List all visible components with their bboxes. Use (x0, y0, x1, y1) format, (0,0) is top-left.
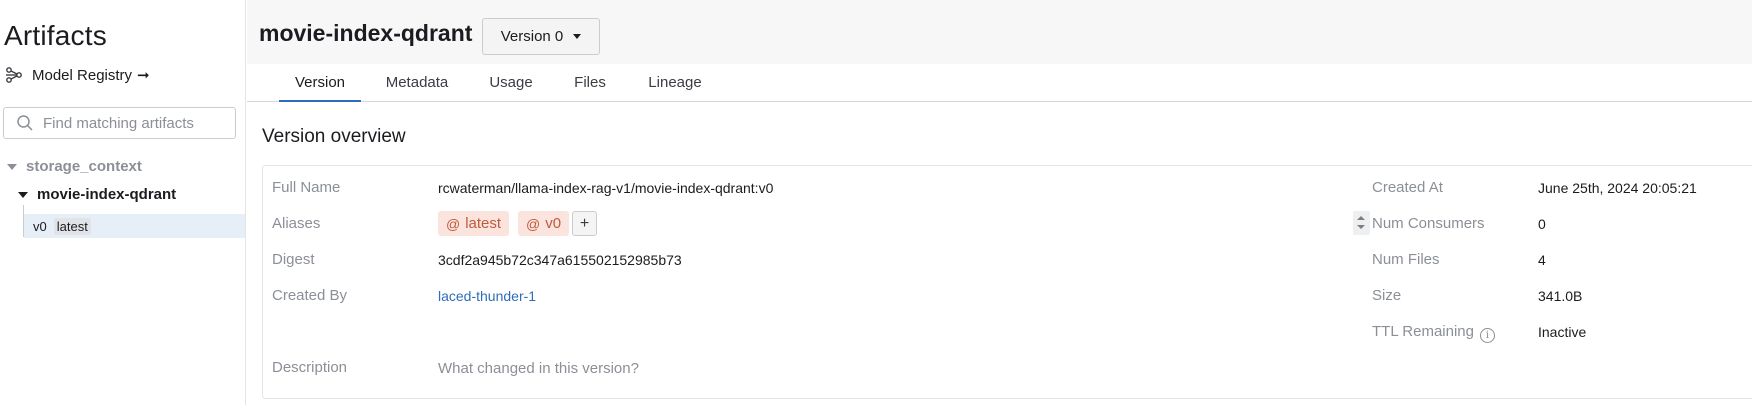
info-icon[interactable]: i (1479, 328, 1495, 343)
tab-files[interactable]: Files (565, 64, 615, 102)
alias-latest[interactable]: @ latest (438, 211, 510, 236)
version-overview-heading: Version overview (262, 126, 406, 147)
tree-item-movie-index-qdrant[interactable]: movie-index-qdrant (18, 186, 176, 203)
created-by-link[interactable]: laced-thunder-1 (438, 288, 536, 304)
tab-metadata[interactable]: Metadata (377, 64, 457, 102)
alias-v0[interactable]: @ v0 (518, 211, 570, 236)
ttl-remaining-row: TTL Remaining i (1372, 323, 1495, 343)
at-icon: @ (526, 215, 541, 232)
arrow-right-icon: ➞ (137, 67, 150, 84)
chevron-up-icon (1357, 216, 1365, 220)
digest-value: 3cdf2a945b72c347a615502152985b73 (438, 252, 682, 268)
full-name-value: rcwaterman/llama-index-rag-v1/movie-inde… (438, 180, 774, 196)
tab-bar: Version Metadata Usage Files Lineage (247, 64, 1752, 102)
tree-group-storage-context[interactable]: storage_context (7, 158, 142, 175)
created-at-label: Created At (1372, 179, 1443, 196)
header-band (247, 0, 1752, 64)
tree-group-label: storage_context (26, 158, 142, 175)
version-dropdown[interactable]: Version 0 (482, 18, 600, 55)
digest-label: Digest (272, 251, 315, 268)
artifact-search-input[interactable] (43, 114, 223, 132)
search-icon (17, 115, 33, 131)
created-at-value: June 25th, 2024 20:05:21 (1538, 180, 1697, 196)
version-label: v0 (33, 218, 47, 234)
artifact-title: movie-index-qdrant (259, 20, 473, 46)
at-icon: @ (446, 215, 461, 232)
aliases-label: Aliases (272, 215, 321, 232)
num-files-label: Num Files (1372, 251, 1440, 268)
chevron-down-icon (1357, 225, 1365, 229)
add-alias-button[interactable]: + (572, 211, 597, 236)
num-consumers-label: Num Consumers (1372, 215, 1485, 232)
artifact-search (3, 107, 236, 139)
full-name-label: Full Name (272, 179, 341, 196)
ttl-remaining-value: Inactive (1538, 324, 1587, 340)
caret-down-icon (7, 163, 17, 170)
alias-v0-label: v0 (545, 215, 562, 232)
resize-stepper[interactable] (1353, 211, 1370, 235)
tree-item-label: movie-index-qdrant (37, 186, 177, 203)
caret-down-icon (18, 191, 28, 198)
alias-latest-label: latest (465, 215, 502, 232)
description-input[interactable]: What changed in this version? (438, 360, 639, 377)
tab-version[interactable]: Version (279, 64, 361, 102)
model-registry-icon (6, 67, 22, 83)
num-files-value: 4 (1538, 252, 1546, 268)
ttl-remaining-label: TTL Remaining (1372, 323, 1474, 340)
size-value: 341.0B (1538, 288, 1583, 304)
model-registry-link[interactable]: Model Registry ➞ (5, 66, 150, 84)
size-label: Size (1372, 287, 1402, 304)
version-tag: latest (53, 217, 91, 235)
chevron-down-icon (573, 34, 582, 39)
num-consumers-value: 0 (1538, 216, 1546, 232)
tab-lineage[interactable]: Lineage (642, 64, 708, 102)
description-label: Description (272, 359, 348, 376)
tab-usage[interactable]: Usage (481, 64, 541, 102)
sidebar: Artifacts Model Registry ➞ storage_conte… (0, 0, 246, 405)
created-by-label: Created By (272, 287, 348, 304)
tree-version-v0[interactable]: v0 latest (24, 214, 245, 238)
model-registry-label: Model Registry (32, 66, 133, 84)
sidebar-title: Artifacts (4, 20, 107, 51)
version-dropdown-label: Version 0 (500, 28, 564, 45)
